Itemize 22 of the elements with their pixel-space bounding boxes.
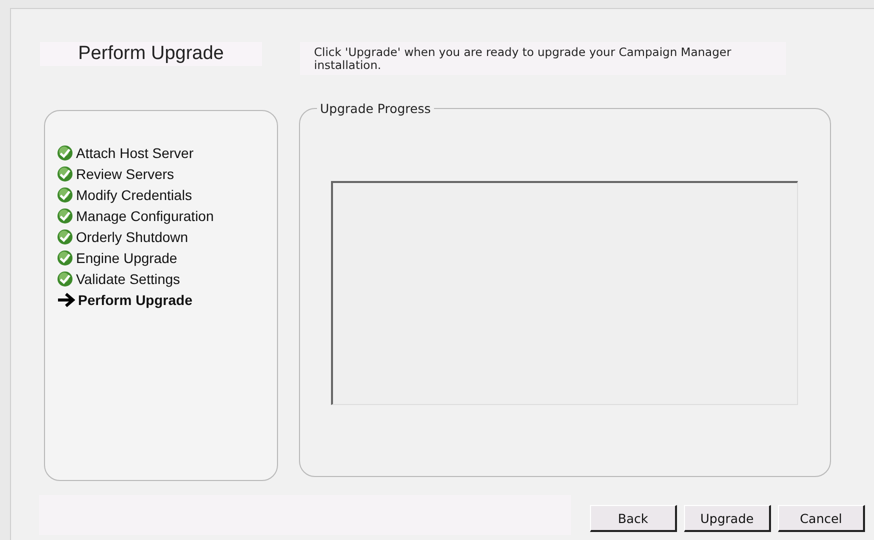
step-label: Validate Settings <box>76 270 180 286</box>
wizard-button[interactable]: Cancel <box>778 505 865 532</box>
checkmark-icon <box>57 208 73 224</box>
wizard-button[interactable]: Upgrade <box>684 505 771 532</box>
arrow-right-icon <box>57 292 75 308</box>
group-legend: Upgrade Progress <box>317 101 434 116</box>
step-label: Modify Credentials <box>76 186 192 202</box>
checkmark-icon <box>57 186 73 202</box>
step-label: Review Servers <box>76 166 174 182</box>
wizard-button[interactable]: Back <box>590 505 677 532</box>
checkmark-icon <box>57 144 73 160</box>
instruction-text: Click 'Upgrade' when you are ready to upgrade your Campaign Manager installation. <box>300 42 786 75</box>
checkmark-icon <box>57 166 73 182</box>
step-label: Manage Configuration <box>76 208 214 224</box>
checkmark-icon <box>57 250 73 266</box>
checkmark-icon <box>57 228 73 244</box>
page-title: Perform Upgrade <box>40 42 262 66</box>
step-label: Attach Host Server <box>76 144 194 160</box>
checkmark-icon <box>57 270 73 286</box>
step-label: Perform Upgrade <box>78 292 192 308</box>
step-label: Orderly Shutdown <box>76 228 188 244</box>
step-label: Engine Upgrade <box>76 250 178 266</box>
